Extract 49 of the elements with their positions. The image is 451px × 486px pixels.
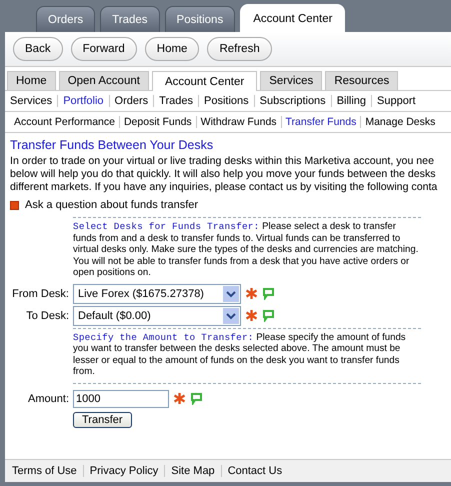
footer-link[interactable]: Terms of Use — [12, 465, 83, 477]
section-description: Select Desks for Funds Transfer: Please select a desk to transfer funds from and a desk to transfer funds to. Virtual funds can be transferred to virtual desks only. Make sure the types of the desks and currencies are matching. You will not be able to transfer funds from a desk that you have active orders or open positions on. — [73, 217, 421, 282]
menu-link[interactable]: Orders — [108, 95, 154, 107]
main-tab[interactable]: Resources — [325, 71, 398, 90]
footer-link[interactable]: Privacy Policy — [82, 465, 164, 477]
required-icon — [245, 287, 258, 300]
main-tab[interactable]: Account Center — [152, 71, 258, 91]
menu-link[interactable]: Portfolio — [57, 95, 109, 107]
intro-paragraph: In order to trade on your virtual or live trading desks within this Marketiva account, you nee below will help you do that quickly. It will also help you move your funds between the desks different markets. If you have any inquiries, please contact us by visiting the following conta — [10, 155, 438, 194]
top-tab[interactable]: Trades — [100, 6, 160, 32]
footer-link[interactable]: Site Map — [164, 465, 221, 477]
menu-link[interactable]: Billing — [330, 95, 372, 107]
desk-dropdown[interactable]: Live Forex ($1675.27378) — [73, 284, 241, 304]
submenu-link[interactable]: Manage Desks — [360, 116, 440, 128]
question-link[interactable]: Ask a question about funds transfer — [25, 199, 198, 211]
comment-icon[interactable] — [190, 392, 203, 405]
page-title: Transfer Funds Between Your Desks — [10, 138, 214, 152]
nav-button[interactable]: Back — [13, 37, 63, 61]
menu-link[interactable]: Support — [371, 95, 421, 107]
desk-dropdown[interactable]: Default ($0.00) — [73, 306, 241, 326]
menu-link[interactable]: Subscriptions — [254, 95, 331, 107]
menu-link[interactable]: Positions — [198, 95, 254, 107]
amount-field[interactable]: 1000 — [73, 390, 169, 408]
top-tab[interactable]: Orders — [36, 6, 96, 32]
nav-button[interactable]: Home — [144, 37, 200, 61]
required-icon — [173, 392, 186, 405]
transfer-button[interactable]: Transfer — [73, 412, 132, 428]
submenu-link[interactable]: Transfer Funds — [280, 116, 360, 128]
main-tab[interactable]: Services — [260, 71, 322, 90]
main-tab[interactable]: Open Account — [58, 71, 149, 90]
nav-button[interactable]: Forward — [70, 37, 137, 61]
required-icon — [245, 309, 258, 322]
section-description: Specify the Amount to Transfer: Please specify the amount of funds you want to transfer between the desks selected above. The amount must be lesser or equal to the amount of funds on the desk you want to transfer funds from. — [73, 328, 421, 380]
main-tab[interactable]: Home — [7, 71, 56, 90]
nav-button[interactable]: Refresh — [207, 37, 272, 61]
top-tab[interactable]: Positions — [164, 6, 236, 32]
comment-icon[interactable] — [262, 309, 275, 322]
submenu-link[interactable]: Account Performance — [10, 116, 119, 128]
menu-link[interactable]: Services — [10, 95, 58, 107]
submenu-link[interactable]: Deposit Funds — [118, 116, 196, 128]
footer-link[interactable]: Contact Us — [220, 465, 288, 477]
field-label: Amount: — [27, 392, 69, 404]
bullet-icon — [10, 200, 19, 210]
field-label: From Desk: — [11, 288, 69, 300]
top-tab[interactable]: Account Center — [240, 4, 346, 32]
submenu-link[interactable]: Withdraw Funds — [196, 116, 281, 128]
menu-link[interactable]: Trades — [153, 95, 198, 107]
comment-icon[interactable] — [262, 287, 275, 300]
field-label: To Desk: — [25, 310, 69, 322]
